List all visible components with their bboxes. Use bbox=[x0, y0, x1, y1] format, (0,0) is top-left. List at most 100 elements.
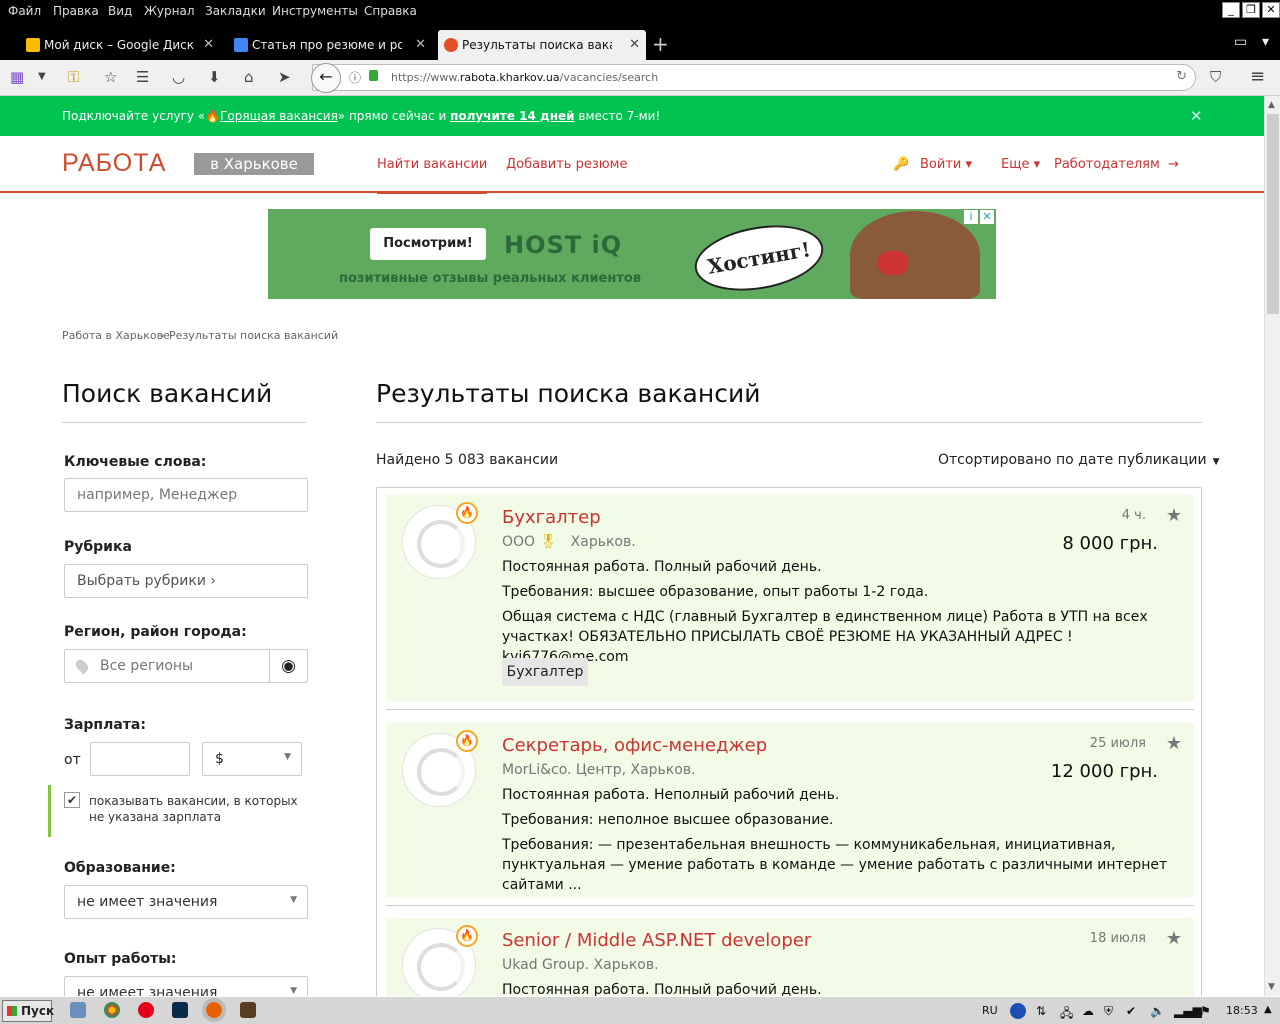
sort-dropdown[interactable]: Отсортировано по дате публикации ▼ bbox=[938, 452, 1219, 468]
vacancy-card[interactable]: 🔥 Бухгалтер ООО 🎖 Харьков. 4 ч. ★ 8 000 … bbox=[386, 495, 1194, 701]
volume-icon[interactable]: 🔈 bbox=[1150, 1004, 1165, 1018]
desktop-icon[interactable] bbox=[70, 1002, 86, 1018]
vacancy-title[interactable]: Senior / Middle ASP.NET developer bbox=[502, 930, 811, 951]
reload-icon[interactable]: ↻ bbox=[1176, 69, 1187, 84]
close-tab-icon[interactable]: ✕ bbox=[629, 37, 640, 52]
tray-arrows-icon[interactable]: ⇅ bbox=[1036, 1004, 1046, 1018]
ad-info-icon[interactable]: i bbox=[964, 210, 978, 224]
education-select[interactable]: не имеет значения ▼ bbox=[64, 885, 308, 919]
menu-edit[interactable]: Правка bbox=[53, 4, 99, 18]
ad-close-icon[interactable]: ✕ bbox=[980, 210, 994, 224]
keywords-placeholder: например, Менеджер bbox=[77, 487, 238, 503]
vacancy-card[interactable]: 🔥 Секретарь, офис-менеджер MorLi&co. Цен… bbox=[386, 723, 1194, 897]
cloud-icon[interactable]: ☁ bbox=[1082, 1004, 1094, 1018]
help-icon[interactable] bbox=[1010, 1003, 1026, 1019]
tab-menu-icon[interactable]: ▾ bbox=[1262, 34, 1269, 50]
menu-view[interactable]: Вид bbox=[108, 4, 132, 18]
experience-select[interactable]: не имеет значения ▼ bbox=[64, 976, 308, 996]
app-icon[interactable] bbox=[240, 1002, 256, 1018]
city-label[interactable]: в Харькове bbox=[194, 153, 314, 175]
nav-find-vacancies[interactable]: Найти вакансии bbox=[377, 157, 488, 194]
close-tab-icon[interactable]: ✕ bbox=[203, 37, 214, 52]
ad-banner[interactable]: Посмотрим! HOST iQ позитивные отзывы реа… bbox=[268, 209, 996, 300]
opera-icon[interactable] bbox=[138, 1002, 154, 1018]
close-tab-icon[interactable]: ✕ bbox=[415, 37, 426, 52]
restore-icon[interactable]: ❐ bbox=[1242, 2, 1260, 18]
dropdown-icon[interactable]: ▼ bbox=[38, 71, 46, 82]
key-icon[interactable]: ⚿ bbox=[68, 68, 79, 86]
vacancy-title[interactable]: Секретарь, офис-менеджер bbox=[502, 735, 767, 756]
region-input[interactable]: Все регионы ◉ bbox=[64, 649, 308, 683]
employers-link[interactable]: Работодателям → bbox=[1054, 157, 1179, 172]
send-icon[interactable]: ➤ bbox=[278, 68, 291, 86]
close-window-icon[interactable]: ✕ bbox=[1262, 2, 1280, 18]
favorite-star-icon[interactable]: ★ bbox=[1166, 505, 1182, 526]
show-desktop-icon[interactable]: ▲ bbox=[1264, 1004, 1272, 1015]
scrollbar-thumb[interactable] bbox=[1267, 114, 1279, 314]
site-logo[interactable]: РАБОТА bbox=[62, 149, 166, 178]
menu-history[interactable]: Журнал bbox=[144, 4, 195, 18]
vacancy-date: 18 июля bbox=[1089, 931, 1146, 946]
firefox-icon[interactable] bbox=[202, 998, 226, 1022]
tab-article[interactable]: Статья про резюме и рост к ✕ bbox=[228, 30, 432, 60]
hot-vacancy-icon: 🔥 bbox=[456, 925, 478, 947]
home-icon[interactable]: ⌂ bbox=[244, 68, 254, 86]
vacancy-tag[interactable]: Бухгалтер bbox=[502, 658, 588, 686]
favorite-star-icon[interactable]: ★ bbox=[1166, 928, 1182, 949]
favorite-star-icon[interactable]: ★ bbox=[1166, 733, 1182, 754]
menu-file[interactable]: Файл bbox=[8, 4, 41, 18]
menu-bookmarks[interactable]: Закладки bbox=[205, 4, 266, 18]
network-icon[interactable]: 🖧 bbox=[1060, 1004, 1073, 1024]
shield-tray-icon[interactable]: ⛨ bbox=[1104, 1004, 1113, 1019]
show-no-salary-label[interactable]: показывать вакансии, в которых не указан… bbox=[89, 793, 299, 825]
menu-help[interactable]: Справка bbox=[364, 4, 417, 18]
tab-list-icon[interactable]: ▭ bbox=[1234, 34, 1247, 50]
scroll-up-icon[interactable]: ▲ bbox=[1268, 100, 1275, 110]
login-link[interactable]: Войти ▾ bbox=[920, 157, 972, 172]
back-arrow-icon[interactable]: ← bbox=[311, 63, 341, 93]
start-button[interactable]: Пуск bbox=[2, 1000, 54, 1022]
more-menu[interactable]: Еще ▾ bbox=[1001, 157, 1040, 172]
new-tab-icon[interactable]: + bbox=[652, 32, 669, 56]
shield-icon[interactable]: ⛉ bbox=[1210, 68, 1221, 86]
vacancy-title[interactable]: Бухгалтер bbox=[502, 507, 601, 528]
scroll-down-icon[interactable]: ▼ bbox=[1268, 982, 1275, 992]
show-no-salary-checkbox[interactable]: ✔ bbox=[64, 792, 80, 808]
menu-tools[interactable]: Инструменты bbox=[272, 4, 358, 18]
chrome-icon[interactable] bbox=[104, 1002, 120, 1018]
currency-select[interactable]: $ ▼ bbox=[202, 742, 302, 776]
keywords-input[interactable]: например, Менеджер bbox=[64, 478, 308, 512]
tab-google-drive[interactable]: Мой диск – Google Диск ✕ bbox=[20, 30, 220, 60]
geolocate-icon[interactable]: ◉ bbox=[269, 650, 307, 682]
flag-icon[interactable]: ⚑ bbox=[1200, 1004, 1211, 1018]
page-scrollbar[interactable]: ▲ ▼ bbox=[1264, 96, 1280, 996]
address-bar[interactable]: ← ⓘ https://www.rabota.kharkov.ua/vacanc… bbox=[311, 63, 1196, 93]
info-icon[interactable]: ⓘ bbox=[349, 69, 361, 86]
tab-search-results[interactable]: Результаты поиска ваканси ✕ bbox=[438, 30, 646, 60]
ad-button[interactable]: Посмотрим! bbox=[370, 228, 486, 260]
language-indicator[interactable]: RU bbox=[982, 1004, 998, 1017]
download-icon[interactable]: ⬇ bbox=[208, 68, 221, 86]
pocket-icon[interactable]: ◡ bbox=[172, 68, 185, 86]
breadcrumb-home[interactable]: Работа в Харькове bbox=[62, 329, 170, 342]
close-promo-icon[interactable]: ✕ bbox=[1190, 107, 1203, 125]
vacancy-card[interactable]: 🔥 Senior / Middle ASP.NET developer Ukad… bbox=[386, 918, 1194, 996]
rubric-select[interactable]: Выбрать рубрики › bbox=[64, 564, 308, 598]
bookmark-star-icon[interactable]: ☆ bbox=[104, 68, 117, 86]
hamburger-menu-icon[interactable]: ≡ bbox=[1250, 66, 1265, 87]
clock[interactable]: 18:53 bbox=[1226, 1004, 1258, 1017]
signal-icon[interactable]: ▂▄▆ bbox=[1174, 1004, 1202, 1018]
nav-add-resume[interactable]: Добавить резюме bbox=[506, 157, 627, 172]
photoshop-icon[interactable] bbox=[172, 1002, 188, 1018]
chevron-down-icon: ▼ bbox=[1212, 457, 1220, 467]
url-text[interactable]: https://www.rabota.kharkov.ua/vacancies/… bbox=[391, 71, 658, 84]
security-icon[interactable]: ✔ bbox=[1126, 1004, 1136, 1018]
promo-link[interactable]: Горящая вакансия bbox=[220, 109, 338, 123]
chevron-down-icon: ▼ bbox=[284, 752, 291, 762]
vacancy-salary: 8 000 грн. bbox=[1062, 533, 1158, 554]
reading-list-icon[interactable]: ☰ bbox=[136, 68, 149, 86]
apps-grid-icon[interactable]: ▦ bbox=[10, 68, 24, 86]
minimize-icon[interactable]: _ bbox=[1222, 2, 1240, 18]
promo-offer-link[interactable]: получите 14 дней bbox=[450, 109, 574, 123]
salary-from-input[interactable] bbox=[90, 742, 190, 776]
